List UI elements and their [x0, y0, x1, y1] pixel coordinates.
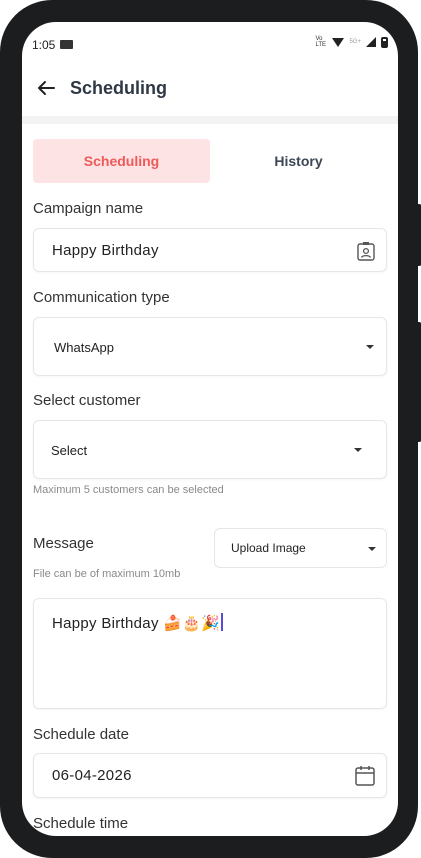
status-icons: Vo LTE 5G+ [315, 36, 388, 48]
calendar-icon[interactable] [355, 765, 375, 786]
wifi-icon [332, 37, 345, 47]
schedule-date-value: 06-04-2026 [52, 767, 132, 784]
communication-type-label: Communication type [33, 289, 170, 306]
page-title: Scheduling [70, 78, 168, 98]
message-value: Happy Birthday 🍰🎂🎉 [52, 615, 221, 632]
schedule-date-label: Schedule date [33, 726, 129, 743]
communication-type-value: WhatsApp [54, 340, 114, 355]
volte-indicator: Vo LTE [315, 36, 327, 48]
text-cursor [221, 613, 223, 631]
campaign-name-label: Campaign name [33, 200, 144, 217]
network-type: 5G+ [349, 39, 361, 45]
campaign-name-value: Happy Birthday [52, 242, 159, 259]
contact-card-icon[interactable] [357, 241, 375, 261]
tab-history[interactable]: History [210, 139, 387, 183]
cell-signal-icon [366, 37, 376, 47]
dropdown-caret-icon [368, 547, 376, 551]
message-label: Message [33, 535, 94, 552]
message-text-wrap: Happy Birthday 🍰🎂🎉 [52, 613, 223, 632]
select-customer-hint: Maximum 5 customers can be selected [33, 484, 224, 496]
screen: 1:05 Vo LTE 5G+ Scheduling Scheduling Hi… [22, 22, 398, 836]
mail-icon [60, 40, 73, 49]
header-divider [22, 116, 398, 124]
select-customer-label: Select customer [33, 392, 141, 409]
app-bar: Scheduling [22, 70, 398, 110]
schedule-date-field[interactable]: 06-04-2026 [33, 753, 387, 798]
dropdown-caret-icon [354, 448, 362, 452]
upload-image-label: Upload Image [231, 541, 306, 555]
tab-scheduling[interactable]: Scheduling [33, 139, 210, 183]
dropdown-caret-icon [366, 345, 374, 349]
schedule-time-label: Schedule time [33, 815, 129, 832]
tab-bar: Scheduling History [33, 139, 387, 183]
status-time: 1:05 [32, 38, 56, 52]
status-bar: 1:05 Vo LTE 5G+ [22, 34, 398, 54]
upload-image-dropdown[interactable]: Upload Image [214, 528, 387, 568]
campaign-name-field[interactable]: Happy Birthday [33, 228, 387, 272]
message-textarea[interactable]: Happy Birthday 🍰🎂🎉 [33, 598, 387, 709]
battery-icon [381, 36, 388, 48]
file-size-hint: File can be of maximum 10mb [33, 568, 181, 580]
select-customer-dropdown[interactable]: Select [33, 420, 387, 479]
back-arrow-icon[interactable] [34, 76, 58, 100]
select-customer-value: Select [51, 443, 88, 458]
volume-button [416, 204, 421, 266]
communication-type-select[interactable]: WhatsApp [33, 317, 387, 376]
power-button [416, 322, 421, 442]
